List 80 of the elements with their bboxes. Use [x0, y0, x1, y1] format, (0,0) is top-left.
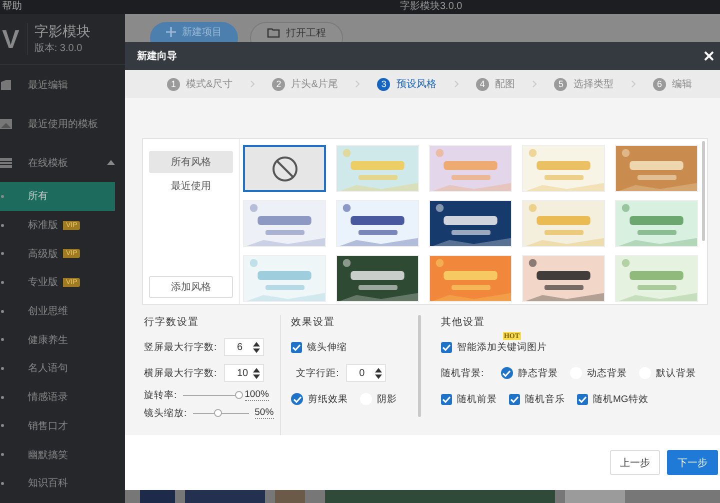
number-field[interactable]: 6 [224, 338, 264, 356]
window-title: 字影模块3.0.0 [400, 0, 462, 14]
category-item[interactable]: 所有 [0, 182, 115, 211]
sidebar-item[interactable]: 最近编辑 [0, 65, 125, 104]
radio-label: 默认背景 [656, 366, 696, 380]
section-title: 其他设置 [440, 316, 486, 330]
slider-label: 镜头缩放: [144, 406, 187, 420]
image-icon [0, 118, 12, 128]
number-field[interactable]: 0 [346, 364, 386, 382]
category-item[interactable]: 名人语句 [0, 354, 115, 383]
radio-label: 动态背景 [586, 366, 627, 380]
checkbox[interactable] [440, 342, 452, 352]
checkbox-label: 随机音乐 [524, 392, 565, 406]
checkbox[interactable] [440, 394, 452, 404]
next-button[interactable]: 下一步 [667, 450, 718, 475]
category-item[interactable]: 幽默搞笑 [0, 440, 115, 469]
field-label: 竖屏最大行字数: [144, 340, 218, 354]
chevron-icon [532, 80, 538, 88]
field-label: 文字行距: [296, 366, 340, 380]
step-label[interactable]: 配图 [494, 77, 515, 91]
help-menu[interactable]: 帮助 [0, 0, 22, 14]
previous-button[interactable]: 上一步 [610, 450, 660, 475]
sidebar-item[interactable]: 最近使用的模板 [0, 104, 125, 143]
category-item[interactable]: 知识百科 [0, 468, 115, 498]
checkbox-label: 镜头伸缩 [307, 340, 348, 354]
checkbox[interactable] [291, 342, 302, 352]
category-item[interactable]: 健康养生 [0, 325, 115, 354]
sidebar-item[interactable]: 在线模板 [0, 143, 125, 182]
add-style-button[interactable]: 添加风格 [149, 276, 233, 298]
step-number[interactable]: 1 [167, 78, 180, 90]
spinner-icon [253, 342, 260, 352]
style-filter[interactable]: 所有风格 [149, 151, 233, 173]
list-icon [0, 158, 12, 168]
plus-icon [166, 27, 176, 37]
chevron-icon [355, 80, 360, 88]
number-field[interactable]: 10 [224, 364, 264, 382]
chevron-icon [250, 80, 255, 88]
category-item[interactable]: 情感语录 [0, 382, 115, 412]
version-label: 版本: 3.0.0 [34, 42, 84, 55]
step-number[interactable]: 6 [653, 78, 666, 90]
radio-label: 静态背景 [518, 366, 558, 380]
checkbox-label: 智能添加关键词图片 [456, 340, 547, 354]
radio-label: 阴影 [377, 392, 398, 406]
radio-button[interactable] [500, 367, 513, 379]
checkbox[interactable] [508, 394, 520, 404]
step-number[interactable]: 5 [554, 78, 568, 90]
step-number[interactable]: 4 [476, 78, 489, 90]
step-label[interactable]: 预设风格 [396, 77, 436, 91]
spinner-icon [375, 368, 382, 378]
checkbox[interactable] [576, 394, 588, 404]
slider-label: 旋转率: [144, 388, 177, 402]
step-number[interactable]: 2 [272, 78, 286, 90]
document-icon [0, 78, 12, 90]
chevron-icon [630, 80, 636, 88]
style-filter[interactable]: 最近使用 [149, 175, 233, 197]
slider-value: 100% [244, 389, 269, 401]
field-label: 随机背景: [440, 366, 485, 380]
style-thumbnail[interactable] [243, 145, 326, 192]
step-label[interactable]: 模式&尺寸 [186, 77, 233, 91]
step-number[interactable]: 3 [377, 78, 390, 90]
field-label: 横屏最大行字数: [144, 366, 218, 380]
category-item[interactable]: 销售口才 [0, 412, 115, 440]
radio-label: 剪纸效果 [308, 392, 348, 406]
section-title: 效果设置 [291, 316, 336, 330]
step-label[interactable]: 编辑 [672, 77, 692, 91]
checkbox-label: 随机MG特效 [592, 392, 648, 406]
app-name: 字影模块 [34, 23, 90, 41]
no-style-icon [272, 156, 298, 182]
radio-button[interactable] [291, 393, 304, 405]
folder-icon [267, 28, 280, 38]
checkbox-label: 随机前景 [456, 392, 497, 406]
app-logo: V [2, 24, 20, 54]
close-icon[interactable] [704, 51, 714, 61]
category-item[interactable]: 创业思维 [0, 296, 115, 326]
chevron-icon [454, 80, 459, 88]
slider-value: 50% [254, 407, 274, 419]
step-label[interactable]: 片头&片尾 [291, 77, 338, 91]
section-title: 行字数设置 [144, 316, 200, 330]
spinner-icon [253, 368, 260, 378]
step-label[interactable]: 选择类型 [573, 77, 614, 91]
